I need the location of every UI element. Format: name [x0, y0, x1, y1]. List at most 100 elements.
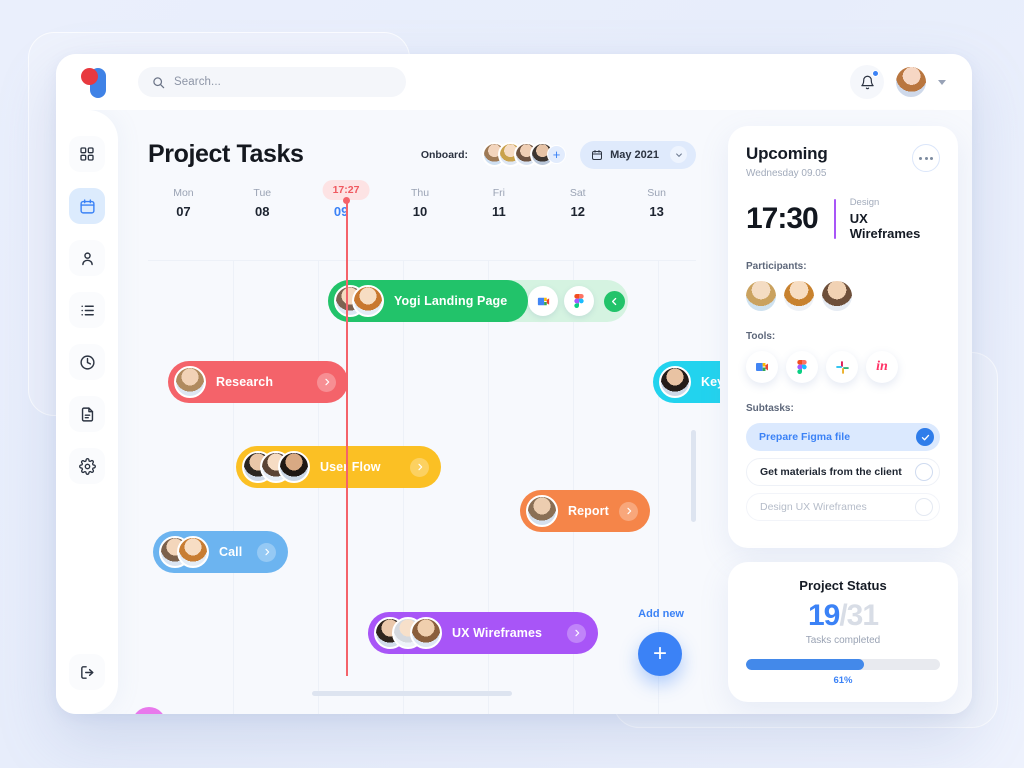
- upcoming-subtitle: Wednesday 09.05: [746, 168, 827, 179]
- avatar[interactable]: [746, 281, 776, 311]
- event-name: UX Wireframes: [849, 211, 921, 241]
- task-label: UX Wireframes: [452, 626, 543, 640]
- day-header[interactable]: Thu 10: [381, 187, 460, 219]
- sidebar-item-contacts[interactable]: [69, 240, 105, 276]
- google-meet-icon[interactable]: [746, 351, 778, 383]
- task-bar[interactable]: Report: [520, 490, 650, 532]
- task-expand-button[interactable]: [619, 501, 638, 521]
- bell-icon: [860, 75, 874, 89]
- task-label: Call: [219, 545, 243, 559]
- day-header[interactable]: Sun 13: [617, 187, 696, 219]
- more-options-icon[interactable]: [912, 144, 940, 172]
- task-bar[interactable]: UX Wireframes: [368, 612, 598, 654]
- day-header[interactable]: Mon 07: [144, 187, 223, 219]
- task-bar[interactable]: Call: [153, 531, 288, 573]
- task-expand-button[interactable]: [567, 623, 586, 643]
- avatar[interactable]: [894, 65, 928, 99]
- task-expand-button[interactable]: [257, 542, 276, 562]
- current-time-line: [343, 197, 350, 676]
- subtask-text: Design UX Wireframes: [760, 501, 867, 513]
- status-completed: 19: [807, 599, 840, 632]
- vertical-scrollbar[interactable]: [691, 430, 696, 522]
- add-new-button[interactable]: +: [638, 632, 682, 676]
- day-header[interactable]: Fri 11: [459, 187, 538, 219]
- day-header[interactable]: Tue 08: [223, 187, 302, 219]
- sidebar-item-settings[interactable]: [69, 448, 105, 484]
- horizontal-scrollbar[interactable]: [312, 691, 512, 696]
- avatar: [177, 536, 209, 568]
- notifications-button[interactable]: [850, 65, 884, 99]
- progress-bar: [746, 659, 940, 670]
- slack-icon[interactable]: [826, 351, 858, 383]
- subtasks-label: Subtasks:: [746, 403, 794, 414]
- calendar-icon: [79, 198, 95, 214]
- tools-list: in: [746, 351, 940, 383]
- day-name: Sun: [647, 187, 666, 199]
- right-panel: Upcoming Wednesday 09.05 17:30 Design UX…: [720, 110, 972, 714]
- status-count: 19/31: [746, 599, 940, 633]
- chevron-down-icon[interactable]: [670, 146, 687, 163]
- page-title: Project Tasks: [148, 140, 304, 168]
- logo-mark[interactable]: [78, 65, 112, 99]
- search-placeholder-text: Search...: [174, 76, 221, 88]
- sidebar-item-calendar[interactable]: [69, 188, 105, 224]
- hidden-task-expand-button[interactable]: [132, 707, 166, 714]
- chevron-down-icon[interactable]: [938, 79, 946, 85]
- chevron-right-icon: [264, 548, 269, 556]
- day-name: Sat: [569, 187, 586, 199]
- subtask-item[interactable]: Prepare Figma file: [746, 423, 940, 451]
- task-bar[interactable]: User Flow: [236, 446, 441, 488]
- search-input[interactable]: Search...: [138, 67, 406, 97]
- subtask-checkbox[interactable]: [915, 498, 933, 516]
- task-bar[interactable]: Yogi Landing Page: [328, 280, 528, 322]
- subtask-item[interactable]: Design UX Wireframes: [746, 493, 940, 521]
- sidebar-item-documents[interactable]: [69, 396, 105, 432]
- dot: [919, 156, 922, 160]
- onboard-avatar-group[interactable]: +: [482, 142, 567, 167]
- avatar: [174, 366, 206, 398]
- sidebar-item-tasks[interactable]: [69, 292, 105, 328]
- figma-icon[interactable]: [564, 286, 594, 316]
- date-selector[interactable]: May 2021: [580, 140, 696, 169]
- calendar-area: Project Tasks Onboard: + May 2021 Mon 07…: [118, 110, 720, 714]
- clock-icon: [79, 354, 95, 370]
- notification-badge: [872, 70, 879, 77]
- grid-vline: [233, 260, 234, 714]
- dot: [924, 156, 928, 160]
- figma-icon[interactable]: [786, 351, 818, 383]
- task-bar[interactable]: Research: [168, 361, 348, 403]
- google-meet-icon[interactable]: [528, 286, 558, 316]
- grid-hline: [148, 260, 696, 261]
- sidebar-item-time[interactable]: [69, 344, 105, 380]
- task-avatars: [242, 451, 310, 483]
- subtask-checkbox[interactable]: [915, 463, 933, 481]
- upcoming-event: 17:30 Design UX Wireframes: [746, 197, 940, 241]
- avatar: [526, 495, 558, 527]
- task-collapse-button[interactable]: [604, 290, 625, 312]
- avatar[interactable]: [822, 281, 852, 311]
- app-body: Project Tasks Onboard: + May 2021 Mon 07…: [56, 110, 972, 714]
- task-bar[interactable]: Key Visuals: [653, 361, 720, 403]
- invision-icon[interactable]: in: [866, 351, 898, 383]
- subtask-item[interactable]: Get materials from the client: [746, 458, 940, 486]
- sidebar-item-logout[interactable]: [69, 654, 105, 690]
- status-separator: /: [839, 599, 847, 632]
- status-total: 31: [846, 599, 879, 632]
- add-user-button[interactable]: +: [547, 145, 567, 164]
- task-avatars: [659, 366, 691, 398]
- day-header[interactable]: Sat 12: [538, 187, 617, 219]
- upcoming-title-block: Upcoming Wednesday 09.05: [746, 144, 828, 179]
- day-number: 11: [491, 204, 506, 219]
- avatar[interactable]: [784, 281, 814, 311]
- task-expand-button[interactable]: [410, 457, 429, 477]
- avatar: [659, 366, 691, 398]
- onboard-label: Onboard:: [420, 148, 469, 161]
- subtask-checkbox-checked[interactable]: [916, 428, 934, 446]
- status-caption: Tasks completed: [805, 635, 881, 646]
- upcoming-time: 17:30: [746, 202, 819, 235]
- upcoming-header: Upcoming Wednesday 09.05: [746, 144, 940, 179]
- day-name: Thu: [410, 187, 430, 199]
- task-expand-button[interactable]: [317, 372, 336, 392]
- avatar: [410, 617, 442, 649]
- sidebar-item-dashboard[interactable]: [69, 136, 105, 172]
